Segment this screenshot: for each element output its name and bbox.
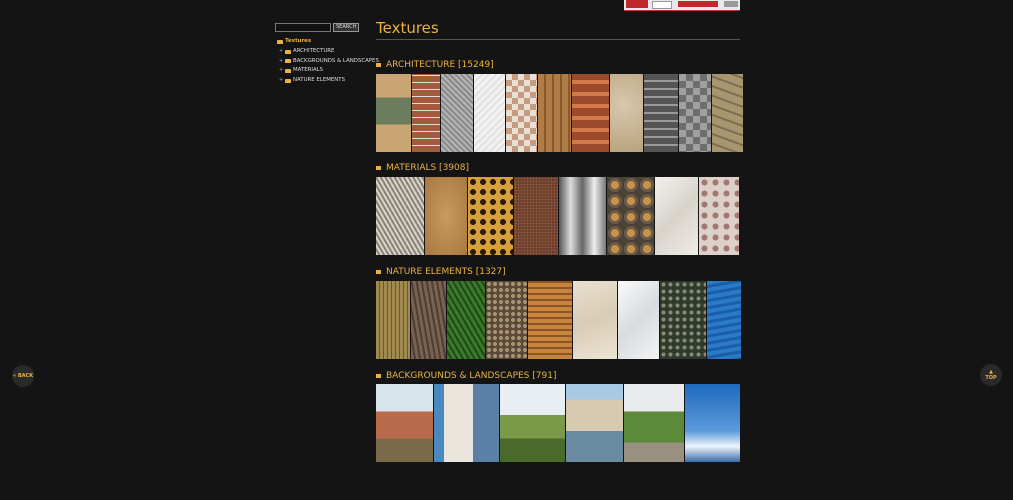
folder-icon [285,79,291,84]
back-button[interactable]: « BACK [12,365,34,387]
texture-thumbnail[interactable] [441,74,473,152]
tree-item-backgrounds[interactable]: + BACKGROUNDS & LANDSCAPES [277,57,379,67]
texture-thumbnail[interactable] [486,281,527,359]
tree-item-label: ARCHITECTURE [293,47,335,54]
texture-thumbnail[interactable] [712,74,743,152]
texture-thumbnail[interactable] [655,177,698,255]
tree-item-label: BACKGROUNDS & LANDSCAPES [293,57,379,64]
search-input[interactable] [275,23,331,32]
texture-thumbnail[interactable] [707,281,741,359]
texture-thumbnail[interactable] [607,177,654,255]
texture-thumbnail[interactable] [618,281,659,359]
photo-thumbnail[interactable] [376,384,433,462]
top-label: TOP [985,375,997,381]
tree-item-label: NATURE ELEMENTS [293,77,346,84]
texture-thumbnail[interactable] [538,74,571,152]
texture-thumbnail[interactable] [644,74,678,152]
texture-thumbnail[interactable] [572,74,609,152]
section-materials: MATERIALS [3908] [376,162,740,174]
section-nature-elements: NATURE ELEMENTS [1327] [376,266,740,278]
tree-root-textures[interactable]: Textures [277,37,379,47]
photo-thumbnail[interactable] [500,384,565,462]
thumbnail-strip-backgrounds [376,384,740,462]
texture-thumbnail[interactable] [376,177,424,255]
texture-thumbnail[interactable] [573,281,617,359]
page-title: Textures [376,18,740,40]
texture-thumbnail[interactable] [610,74,643,152]
texture-thumbnail[interactable] [679,74,711,152]
texture-thumbnail[interactable] [514,177,558,255]
tree-item-label: MATERIALS [293,67,324,74]
photo-thumbnail[interactable] [434,384,499,462]
tree-item-nature[interactable]: + NATURE ELEMENTS [277,76,379,86]
search-bar: SEARCH [275,23,360,32]
thumbnail-strip-architecture [376,74,743,152]
texture-thumbnail[interactable] [376,281,410,359]
bullet-icon [376,374,381,378]
bullet-icon [376,270,381,274]
texture-thumbnail[interactable] [699,177,739,255]
texture-thumbnail[interactable] [559,177,606,255]
folder-icon [285,49,291,54]
section-title-link[interactable]: NATURE ELEMENTS [1327] [386,267,506,277]
folder-open-icon [277,39,283,44]
texture-thumbnail[interactable] [412,74,440,152]
texture-thumbnail[interactable] [528,281,572,359]
texture-thumbnail[interactable] [411,281,446,359]
thumbnail-strip-materials [376,177,739,255]
texture-thumbnail[interactable] [425,177,467,255]
texture-thumbnail[interactable] [506,74,537,152]
photo-thumbnail[interactable] [624,384,684,462]
bullet-icon [376,166,381,170]
photo-thumbnail[interactable] [685,384,740,462]
category-tree: Textures + ARCHITECTURE + BACKGROUNDS & … [277,37,379,86]
ad-banner-box [652,1,672,9]
back-to-top-button[interactable]: ▲ TOP [980,364,1002,386]
thumbnail-strip-nature [376,281,741,359]
section-backgrounds-landscapes: BACKGROUNDS & LANDSCAPES [791] [376,370,740,382]
ad-banner-block [678,1,718,7]
section-title-link[interactable]: BACKGROUNDS & LANDSCAPES [791] [386,371,556,381]
folder-icon [285,69,291,74]
ad-banner[interactable] [624,0,740,11]
section-architecture: ARCHITECTURE [15249] [376,59,740,71]
texture-thumbnail[interactable] [376,74,411,152]
tree-root-label: Textures [285,38,312,44]
ad-banner-tag [724,1,738,7]
ad-banner-logo [626,0,648,8]
search-button[interactable]: SEARCH [333,23,360,32]
folder-icon [285,59,291,64]
texture-thumbnail[interactable] [447,281,485,359]
tree-item-materials[interactable]: + MATERIALS [277,66,379,76]
texture-thumbnail[interactable] [660,281,706,359]
photo-thumbnail[interactable] [566,384,623,462]
texture-thumbnail[interactable] [474,74,505,152]
bullet-icon [376,63,381,67]
tree-item-architecture[interactable]: + ARCHITECTURE [277,47,379,57]
back-label: « BACK [12,373,34,379]
texture-thumbnail[interactable] [468,177,513,255]
main-content: Textures ARCHITECTURE [15249] MATERIALS … [376,18,743,462]
section-title-link[interactable]: MATERIALS [3908] [386,163,469,173]
section-title-link[interactable]: ARCHITECTURE [15249] [386,60,494,70]
